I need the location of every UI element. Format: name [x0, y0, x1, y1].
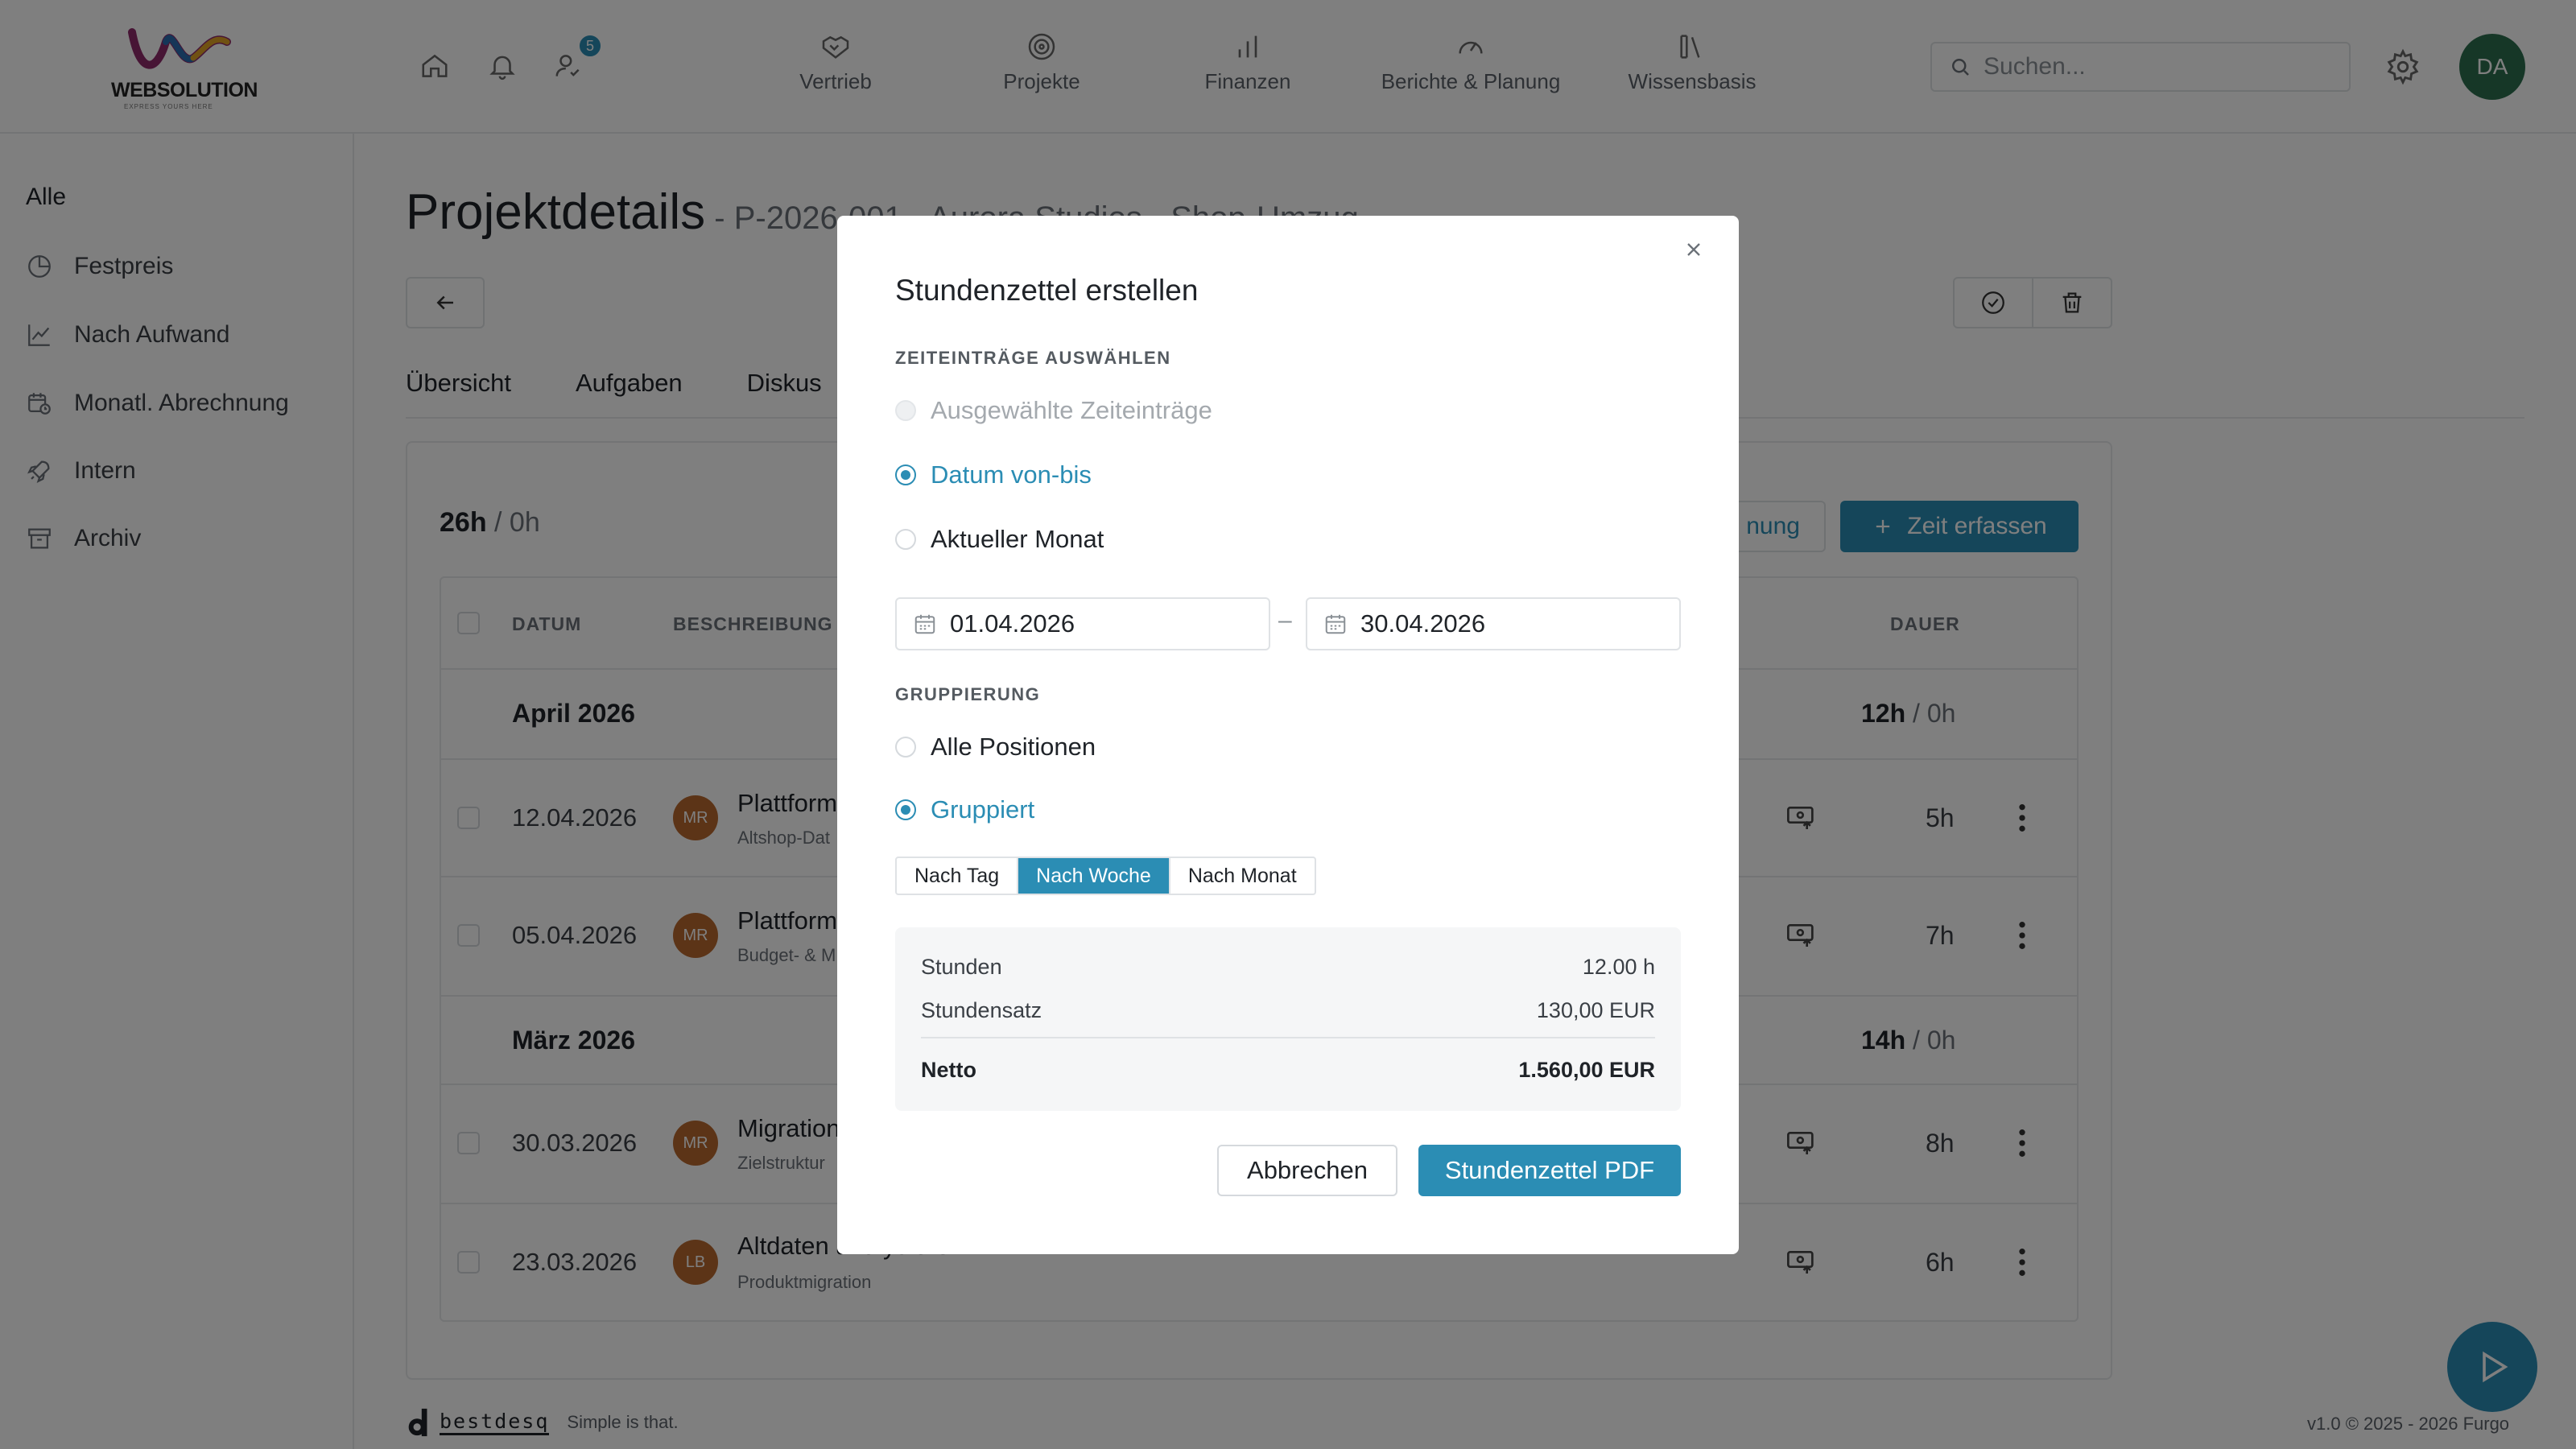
radio-label: Alle Positionen: [931, 733, 1096, 761]
radio-grouped[interactable]: Gruppiert: [895, 794, 1034, 826]
summary-net-label: Netto: [921, 1058, 976, 1082]
radio-dot: [895, 464, 916, 485]
segment-by-day[interactable]: Nach Tag: [897, 858, 1017, 894]
summary-hours-row: Stunden 12.00 h: [921, 955, 1655, 980]
radio-all-positions[interactable]: Alle Positionen: [895, 731, 1096, 763]
summary-net-value: 1.560,00 EUR: [1518, 1058, 1655, 1082]
cancel-button[interactable]: Abbrechen: [1217, 1145, 1397, 1196]
section-label-grouping: GRUPPIERUNG: [895, 684, 1041, 704]
segment-by-week[interactable]: Nach Woche: [1017, 858, 1169, 894]
date-to-input[interactable]: 30.04.2026: [1306, 597, 1681, 650]
radio-dot: [895, 799, 916, 820]
radio-label: Datum von-bis: [931, 460, 1092, 489]
date-from-input[interactable]: 01.04.2026: [895, 597, 1270, 650]
summary-hours-value: 12.00 h: [1582, 955, 1655, 979]
radio-current-month[interactable]: Aktueller Monat: [895, 523, 1104, 555]
date-to-value: 30.04.2026: [1360, 609, 1486, 638]
segment-by-month[interactable]: Nach Monat: [1168, 858, 1315, 894]
radio-label: Gruppiert: [931, 795, 1035, 824]
date-from-value: 01.04.2026: [950, 609, 1075, 638]
dialog-title: Stundenzettel erstellen: [895, 274, 1199, 307]
summary-rate-value: 130,00 EUR: [1536, 998, 1655, 1022]
radio-label: Ausgewählte Zeiteinträge: [931, 396, 1212, 424]
app-root: WEBSOLUTION EXPRESS YOURS HERE 5 Vertrie…: [0, 0, 2576, 1449]
section-label-entries: ZEITEINTRÄGE AUSWÄHLEN: [895, 348, 1171, 368]
radio-dot: [895, 737, 916, 758]
calendar-icon: [914, 614, 935, 634]
calendar-icon: [1325, 614, 1346, 634]
radio-date-range[interactable]: Datum von-bis: [895, 459, 1092, 491]
summary-rate-row: Stundensatz 130,00 EUR: [921, 998, 1655, 1023]
summary-panel: Stunden 12.00 h Stundensatz 130,00 EUR Net…: [895, 927, 1681, 1111]
summary-rate-label: Stundensatz: [921, 998, 1042, 1022]
radio-dot: [895, 529, 916, 550]
radio-selected-entries[interactable]: Ausgewählte Zeiteinträge: [895, 394, 1212, 427]
summary-net-row: Netto 1.560,00 EUR: [921, 1058, 1655, 1083]
timesheet-dialog: Stundenzettel erstellen ZEITEINTRÄGE AUS…: [837, 216, 1739, 1254]
summary-hours-label: Stunden: [921, 955, 1002, 979]
timesheet-pdf-button[interactable]: Stundenzettel PDF: [1418, 1145, 1681, 1196]
radio-label: Aktueller Monat: [931, 525, 1104, 553]
date-separator: –: [1278, 607, 1292, 634]
close-icon[interactable]: [1682, 238, 1705, 265]
summary-divider: [921, 1037, 1655, 1038]
radio-dot: [895, 400, 916, 421]
grouping-segmented-control: Nach Tag Nach Woche Nach Monat: [895, 857, 1316, 895]
